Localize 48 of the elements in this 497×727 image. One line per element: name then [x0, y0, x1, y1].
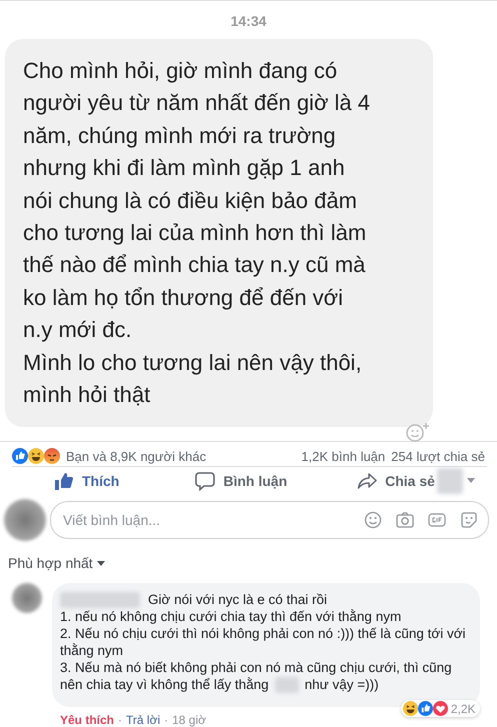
message-timestamp: 14:34	[230, 13, 266, 29]
caret-icon	[96, 560, 105, 566]
speech-bubble-icon	[195, 471, 216, 491]
message-text: cho tương lai của mình hơn thì làm	[23, 219, 368, 248]
user-avatar	[4, 499, 46, 541]
comment-time[interactable]: 18 giờ	[172, 713, 206, 727]
like-button[interactable]: Thích	[52, 467, 122, 495]
message-text: năm, chúng mình mới ra trường	[23, 122, 337, 150]
comment-input[interactable]: Viết bình luận...	[61, 511, 350, 529]
comments-count[interactable]: 1,2K bình luận	[301, 448, 386, 464]
comment-text: như vậy =)))	[304, 676, 379, 693]
separator-dot: ·	[164, 713, 168, 727]
sort-dropdown[interactable]: Phù hợp nhất	[8, 555, 105, 571]
separator-dot: ·	[118, 713, 122, 727]
message-text: Cho mình hỏi, giờ mình đang có	[23, 57, 338, 85]
message-text: Mình lo cho tương lai nên vậy thôi,	[23, 348, 363, 377]
message-text: nói chung là có điều kiện bảo đảm	[23, 186, 358, 215]
comment-text: 2. Nếu nó chịu cưới thì nói không phải con nó :))) thế là cũng tới với	[60, 625, 466, 642]
sticker-icon[interactable]	[460, 511, 478, 529]
comment-text: nên chia tay vì không thể lấy thằng	[60, 676, 269, 693]
message-text: n.y mới đc.	[23, 316, 133, 344]
comment-text: 3. Nếu mà nó biết không phải con nó mà cũng chịu cưới, thì cũng	[60, 659, 453, 676]
likes-count[interactable]: Bạn và 8,9K người khác	[66, 448, 206, 464]
comment-box[interactable]: Viết bình luận...	[50, 501, 489, 539]
comment-text: Giờ nói với nyc là e có thai rồi	[148, 591, 328, 608]
reaction-summary[interactable]: 2,2K	[400, 700, 480, 717]
message-text: mình hỏi thật	[23, 381, 152, 410]
commenter-avatar[interactable]	[12, 583, 42, 613]
share-button[interactable]: Chia sẻ	[355, 467, 437, 495]
message-text: thế nào để mình chia tay n.y cũ mà	[23, 251, 366, 280]
comment-button[interactable]: Bình luận	[193, 467, 290, 495]
comment-text: 1. nếu nó không chịu cưới chia tay thì đến với thằng nym	[60, 608, 402, 625]
share-arrow-icon	[357, 471, 378, 491]
caret-icon[interactable]	[467, 478, 475, 484]
message-text: nhưng khi đi làm mình gặp 1 anh	[23, 154, 346, 182]
reaction-count: 2,2K	[450, 702, 476, 716]
camera-icon[interactable]	[396, 512, 414, 528]
message-text: người yêu từ năm nhất đến giờ là 4	[23, 89, 371, 118]
love-reaction-link[interactable]: Yêu thích	[60, 713, 114, 727]
add-reaction-icon[interactable]	[405, 421, 431, 444]
gif-icon[interactable]	[428, 513, 446, 527]
shares-count[interactable]: 254 lượt chia sẻ	[391, 448, 485, 464]
message-text: ko làm họ tổn thương để đến với	[23, 284, 344, 312]
thumbs-up-icon	[54, 471, 74, 491]
reply-link[interactable]: Trả lời	[126, 713, 160, 727]
comment-text: thằng nym	[60, 642, 124, 659]
hidden-word	[274, 676, 299, 692]
emoji-icon[interactable]	[364, 511, 382, 529]
